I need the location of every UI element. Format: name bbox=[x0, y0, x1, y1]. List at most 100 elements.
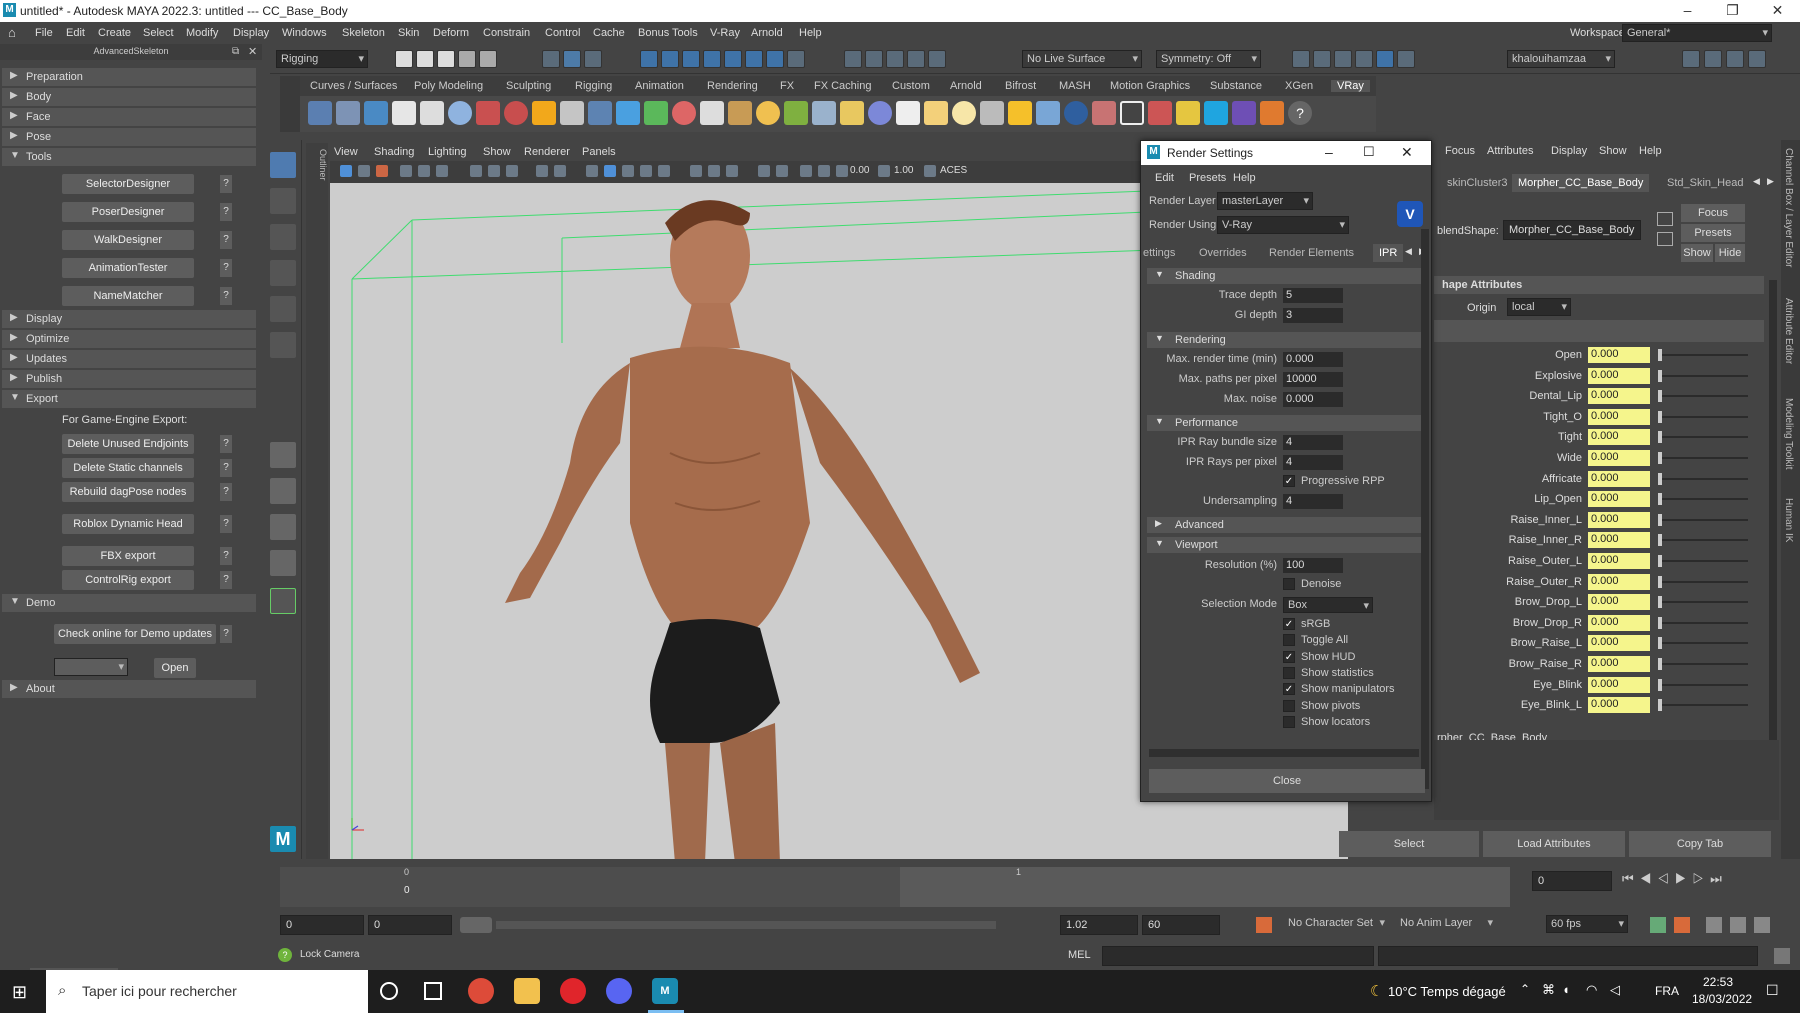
symmetry-select[interactable]: Symmetry: Off bbox=[1156, 50, 1261, 68]
maximize-icon[interactable]: ❐ bbox=[1710, 0, 1755, 22]
current-frame-field[interactable]: 0 bbox=[1532, 871, 1612, 891]
vray-shelf-icon[interactable] bbox=[1092, 101, 1116, 125]
user-account[interactable]: khalouihamzaa bbox=[1507, 50, 1615, 68]
chrome-icon[interactable] bbox=[468, 978, 494, 1004]
vray-shelf-icon[interactable] bbox=[364, 101, 388, 125]
vray-shelf-icon[interactable] bbox=[672, 101, 696, 125]
maximize-icon[interactable]: ☐ bbox=[1363, 144, 1375, 160]
panel-menu-show[interactable]: Show bbox=[483, 146, 511, 158]
node-tab-morpher[interactable]: Morpher_CC_Base_Body bbox=[1512, 174, 1650, 192]
render-tab-settings[interactable]: ettings bbox=[1143, 247, 1175, 259]
wireframe-icon[interactable] bbox=[586, 165, 598, 177]
time-slider[interactable]: 0 1 0 0 ⏮◀◁▶▷⏭ bbox=[276, 859, 1800, 911]
ipr-ray-bundle-field[interactable]: 4 bbox=[1283, 435, 1343, 450]
weight-value-field[interactable]: 0.000 bbox=[1588, 511, 1650, 528]
menu-constrain[interactable]: Constrain bbox=[483, 27, 530, 39]
snap-grid-icon[interactable] bbox=[640, 50, 658, 68]
shelf-tab-xgen[interactable]: XGen bbox=[1285, 80, 1313, 92]
open-scene-icon[interactable] bbox=[416, 50, 434, 68]
vray-shelf-icon[interactable] bbox=[308, 101, 332, 125]
color-management-icon[interactable] bbox=[924, 165, 936, 177]
tray-chevron-icon[interactable]: ⌃ bbox=[1520, 982, 1530, 996]
exposure-icon[interactable] bbox=[836, 165, 848, 177]
vray-shelf-icon[interactable] bbox=[1064, 101, 1088, 125]
menu-control[interactable]: Control bbox=[545, 27, 580, 39]
persp-outliner-icon[interactable] bbox=[270, 514, 296, 540]
section-shading[interactable]: ▼ Shading bbox=[1147, 268, 1421, 284]
menu-edit[interactable]: Edit bbox=[66, 27, 85, 39]
weight-slider-track[interactable] bbox=[1658, 498, 1748, 501]
attr-select-button[interactable]: Select bbox=[1339, 831, 1479, 857]
side-tab-human-ik[interactable]: Human IK bbox=[1783, 498, 1794, 542]
save-scene-icon[interactable] bbox=[437, 50, 455, 68]
attr-menu-help[interactable]: Help bbox=[1639, 145, 1662, 157]
live-surface-field[interactable]: No Live Surface bbox=[1022, 50, 1142, 68]
section-viewport[interactable]: ▼ Viewport bbox=[1147, 537, 1421, 553]
menu-skeleton[interactable]: Skeleton bbox=[342, 27, 385, 39]
weight-value-field[interactable]: 0.000 bbox=[1588, 697, 1650, 714]
roblox-dynamic-head-button[interactable]: Roblox Dynamic Head bbox=[62, 514, 194, 534]
resolution-gate-icon[interactable] bbox=[506, 165, 518, 177]
weight-value-field[interactable]: 0.000 bbox=[1588, 470, 1650, 487]
vray-shelf-icon[interactable] bbox=[700, 101, 724, 125]
section-about[interactable]: ▶ About bbox=[2, 680, 256, 698]
gate-mask-icon[interactable] bbox=[536, 165, 548, 177]
character-set-select[interactable]: No Character Set bbox=[1284, 915, 1388, 933]
select-object-icon[interactable] bbox=[563, 50, 581, 68]
node-tab-std-skin-head[interactable]: Std_Skin_Head bbox=[1667, 177, 1743, 189]
lights-icon[interactable] bbox=[658, 165, 670, 177]
menu-vray[interactable]: V-Ray bbox=[710, 27, 740, 39]
render-hscrollbar[interactable] bbox=[1149, 749, 1419, 757]
vray-shelf-icon[interactable] bbox=[616, 101, 640, 125]
section-performance[interactable]: ▼ Performance bbox=[1147, 415, 1421, 431]
weight-value-field[interactable]: 0.000 bbox=[1588, 367, 1650, 384]
four-view-icon[interactable] bbox=[270, 478, 296, 504]
snap-view-icon[interactable] bbox=[703, 50, 721, 68]
weight-slider-track[interactable] bbox=[1658, 539, 1748, 542]
copy-tab-button[interactable]: Copy Tab bbox=[1629, 831, 1771, 857]
attr-menu-show[interactable]: Show bbox=[1599, 145, 1627, 157]
lock-icon[interactable] bbox=[787, 50, 805, 68]
snap-pivot-icon[interactable] bbox=[766, 50, 784, 68]
weight-value-field[interactable]: 0.000 bbox=[1588, 635, 1650, 652]
walk-designer-button[interactable]: WalkDesigner bbox=[62, 230, 194, 250]
blendshape-name-field[interactable]: Morpher_CC_Base_Body bbox=[1503, 220, 1641, 240]
script-editor-icon[interactable] bbox=[1774, 948, 1790, 964]
weight-value-field[interactable]: 0.000 bbox=[1588, 614, 1650, 631]
select-component-icon[interactable] bbox=[584, 50, 602, 68]
gamma-icon[interactable] bbox=[878, 165, 890, 177]
load-attributes-button[interactable]: Load Attributes bbox=[1483, 831, 1625, 857]
xray-components-icon[interactable] bbox=[818, 165, 830, 177]
panel-menu-renderer[interactable]: Renderer bbox=[524, 146, 570, 158]
menu-display[interactable]: Display bbox=[233, 27, 269, 39]
move-tool-icon[interactable] bbox=[270, 260, 296, 286]
vray-shelf-icon[interactable] bbox=[532, 101, 556, 125]
xray-icon[interactable] bbox=[776, 165, 788, 177]
ipr-render-icon[interactable] bbox=[1334, 50, 1352, 68]
viewport-option-checkbox[interactable] bbox=[1283, 666, 1295, 679]
anim-layer-select[interactable]: No Anim Layer bbox=[1396, 915, 1496, 933]
toggle-modeling-toolkit-icon[interactable] bbox=[1748, 50, 1766, 68]
show-button[interactable]: Show bbox=[1681, 244, 1713, 262]
vray-shelf-icon[interactable] bbox=[812, 101, 836, 125]
animation-tester-button[interactable]: AnimationTester bbox=[62, 258, 194, 278]
vray-shelf-icon[interactable] bbox=[560, 101, 584, 125]
weight-value-field[interactable]: 0.000 bbox=[1588, 347, 1650, 363]
weight-slider-track[interactable] bbox=[1658, 683, 1748, 686]
demo-open-button[interactable]: Open bbox=[154, 658, 196, 678]
load-node-icon[interactable] bbox=[1657, 232, 1673, 246]
vray-shelf-icon[interactable] bbox=[896, 101, 920, 125]
panel-menu-view[interactable]: View bbox=[334, 146, 358, 158]
task-view-icon[interactable] bbox=[424, 982, 442, 1000]
weight-slider-handle[interactable] bbox=[1658, 575, 1662, 588]
panel-menu-shading[interactable]: Shading bbox=[374, 146, 414, 158]
film-gate-icon[interactable] bbox=[488, 165, 500, 177]
language-indicator[interactable]: FRA bbox=[1655, 984, 1679, 998]
textured-icon[interactable] bbox=[640, 165, 652, 177]
weight-slider-track[interactable] bbox=[1658, 457, 1748, 459]
minimize-icon[interactable]: – bbox=[1325, 144, 1333, 160]
smooth-shade-icon[interactable] bbox=[604, 165, 616, 177]
script-language[interactable]: MEL bbox=[1068, 949, 1091, 961]
render-menu-edit[interactable]: Edit bbox=[1155, 172, 1174, 184]
help-button[interactable]: ? bbox=[220, 515, 232, 533]
